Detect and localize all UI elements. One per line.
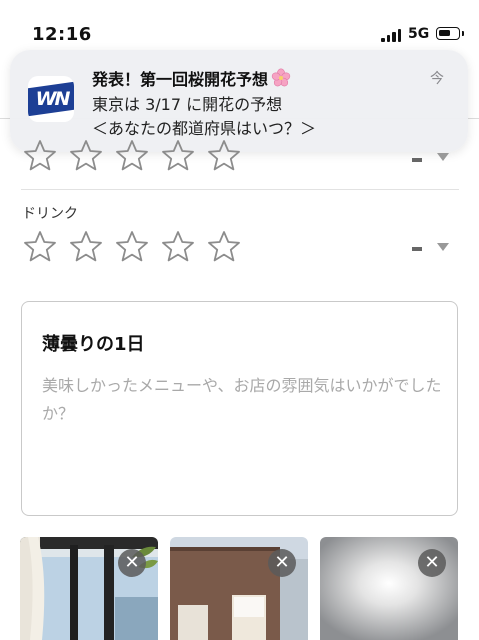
signal-icon xyxy=(381,29,403,42)
photo-thumbnail-exterior[interactable]: ✕ xyxy=(170,537,308,640)
star-icon[interactable] xyxy=(114,138,150,174)
battery-icon xyxy=(436,27,464,40)
push-notification[interactable]: WN 発表！第一回桜開花予想 東京は 3/17 に開花の予想 ＜あなたの都道府県… xyxy=(10,50,468,152)
weathernews-app-icon: WN xyxy=(28,76,74,122)
network-type: 5G xyxy=(408,26,430,42)
star-icon[interactable] xyxy=(68,229,104,265)
star-icon[interactable] xyxy=(114,229,150,265)
notification-line-1: 東京は 3/17 に開花の予想 xyxy=(92,95,283,114)
remove-photo-button[interactable]: ✕ xyxy=(418,549,446,577)
remove-photo-button[interactable]: ✕ xyxy=(268,549,296,577)
photo-thumbnail-sky[interactable]: ✕ xyxy=(320,537,458,640)
star-icon[interactable] xyxy=(206,229,242,265)
review-text-field[interactable]: 薄曇りの1日 美味しかったメニューや、お店の雰囲気はいかがでしたか？ xyxy=(21,301,458,516)
star-icon[interactable] xyxy=(22,229,58,265)
rating-stars-1[interactable] xyxy=(22,138,252,174)
chevron-down-icon[interactable] xyxy=(437,153,449,161)
review-title[interactable]: 薄曇りの1日 xyxy=(42,330,145,356)
notification-title: 発表！第一回桜開花予想 xyxy=(92,66,291,90)
rating-stars-drink[interactable] xyxy=(22,229,252,265)
photo-thumbnail-window[interactable]: ✕ xyxy=(20,537,158,640)
notification-line-2: ＜あなたの都道府県はいつ？＞ xyxy=(92,119,317,138)
remove-photo-button[interactable]: ✕ xyxy=(118,549,146,577)
star-icon[interactable] xyxy=(160,229,196,265)
star-icon[interactable] xyxy=(160,138,196,174)
cherry-blossom-icon xyxy=(271,68,291,87)
rating-value-drink xyxy=(412,247,422,251)
rating-label-drink: ドリンク xyxy=(22,206,78,222)
chevron-down-icon[interactable] xyxy=(437,243,449,251)
divider xyxy=(21,189,459,190)
rating-value-1 xyxy=(412,158,422,162)
star-icon[interactable] xyxy=(206,138,242,174)
review-placeholder: 美味しかったメニューや、お店の雰囲気はいかがでしたか？ xyxy=(42,376,442,423)
star-icon[interactable] xyxy=(22,138,58,174)
star-icon[interactable] xyxy=(68,138,104,174)
notification-time: 今 xyxy=(430,71,444,87)
status-bar: 12:16 5G xyxy=(0,0,479,50)
status-time: 12:16 xyxy=(32,24,92,45)
